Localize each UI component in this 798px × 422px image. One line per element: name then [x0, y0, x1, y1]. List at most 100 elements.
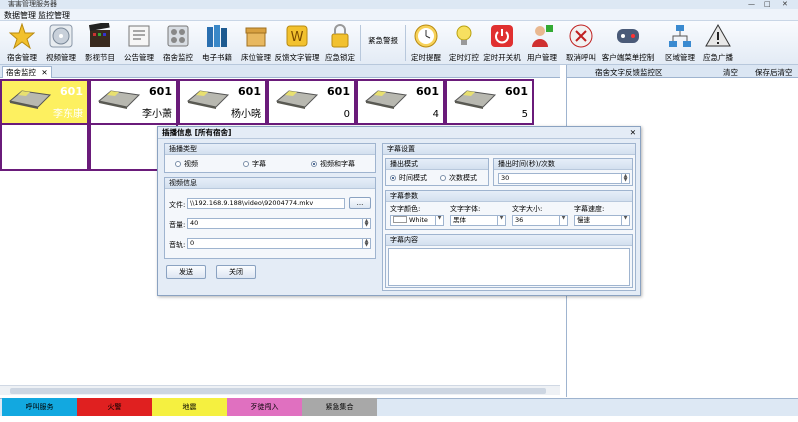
video-management-button[interactable]: 视频管理 [41, 23, 81, 63]
mode-group: 播出模式 时间模式 次数模式 [385, 158, 489, 186]
menu-data-management[interactable]: 数据管理 [4, 10, 36, 21]
close-button[interactable]: 关闭 [216, 265, 256, 279]
room-card[interactable]: 601 李小萧 [89, 79, 178, 125]
alarm-intruder[interactable]: 歹徒闯入 [227, 398, 302, 416]
color-swatch [393, 216, 407, 223]
film-icon [88, 23, 110, 47]
window-title: 害害管理服务器 [8, 0, 57, 8]
room-monitor-button[interactable]: 宿舍监控 [158, 23, 198, 63]
bed-icon [453, 90, 497, 109]
save-and-clear-button[interactable]: 保存后清空 [755, 67, 793, 78]
bed-icon [275, 90, 319, 109]
notice-management-button[interactable]: 公告管理 [119, 23, 159, 63]
subtitle-content-textarea[interactable] [388, 248, 630, 286]
minimize-icon[interactable]: — [748, 0, 755, 8]
cancel-call-button[interactable]: 取消呼叫 [561, 23, 601, 63]
broadcast-dialog: 插播信息 [所有宿舍] ✕ 插播类型 视频 字幕 视频和字幕 视频信息 文件: … [157, 126, 641, 296]
alarm-earthquake[interactable]: 地震 [152, 398, 227, 416]
room-card[interactable]: 601 李东康 [0, 79, 89, 125]
film-programs-button[interactable]: 影视节目 [80, 23, 120, 63]
type-video-radio[interactable]: 视频 [175, 159, 198, 169]
close-tab-icon[interactable]: ✕ [41, 68, 47, 77]
speed-select[interactable]: 慢速 ▼ [574, 215, 630, 226]
title-bar: 害害管理服务器 — □ ✕ [0, 0, 798, 9]
menu-monitor-management[interactable]: 监控管理 [38, 10, 70, 21]
chevron-down-icon[interactable]: ▼ [559, 216, 567, 225]
chevron-down-icon[interactable]: ▼ [435, 216, 443, 225]
lock-icon [331, 24, 349, 48]
room-management-button[interactable]: 宿舍管理 [2, 23, 42, 63]
alarm-assembly[interactable]: 紧急集合 [302, 398, 377, 416]
font-size-select[interactable]: 36 ▼ [512, 215, 568, 226]
timed-power-button[interactable]: 定时开关机 [482, 23, 522, 63]
ebooks-button[interactable]: 电子书籍 [197, 23, 237, 63]
bed-icon [186, 90, 230, 109]
dialog-close-icon[interactable]: ✕ [630, 127, 636, 139]
font-select[interactable]: 黑体 ▼ [450, 215, 506, 226]
room-card[interactable]: 601 0 [267, 79, 356, 125]
box-icon [245, 27, 267, 47]
alarm-fire[interactable]: 火警 [77, 398, 152, 416]
send-button[interactable]: 发送 [166, 265, 206, 279]
timed-light-button[interactable]: 定时灯控 [444, 23, 484, 63]
bed-icon [97, 90, 141, 109]
duration-input[interactable]: 30 ▲ ▼ [498, 173, 630, 184]
type-subtitle-radio[interactable]: 字幕 [243, 159, 266, 169]
alarm-call-service[interactable]: 呼叫服务 [2, 398, 77, 416]
maximize-icon[interactable]: □ [764, 0, 771, 8]
tab-room-monitor[interactable]: 宿舍监控 ✕ [2, 66, 52, 78]
client-menu-control-button[interactable]: 客户端菜单控制 [600, 23, 656, 63]
horizontal-scrollbar[interactable] [0, 385, 560, 395]
user-management-button[interactable]: 用户管理 [522, 23, 562, 63]
room-card[interactable]: 601 5 [445, 79, 534, 125]
spin-icon[interactable]: ▲ ▼ [621, 174, 629, 183]
emergency-lock-button[interactable]: 应急锁定 [320, 23, 360, 63]
close-icon[interactable]: ✕ [782, 0, 788, 8]
svg-text:W: W [291, 30, 304, 45]
user-icon [532, 25, 553, 47]
gamepad-icon [617, 29, 639, 43]
browse-button[interactable]: ... [349, 197, 371, 209]
feedback-text-button[interactable]: W 反馈文字管理 [274, 23, 320, 63]
notice-icon [128, 25, 150, 47]
books-icon [207, 25, 227, 47]
scrollbar-thumb[interactable] [10, 388, 546, 394]
bed-icon [8, 90, 52, 109]
panel-title: 宿舍文字反馈监控区 [595, 68, 663, 77]
volume-input[interactable]: 40 ▲ ▼ [187, 218, 371, 229]
clock-icon [414, 24, 438, 48]
file-path-input[interactable]: \\192.168.9.188\video\92004774.mkv [187, 198, 345, 209]
spin-icon[interactable]: ▲ ▼ [362, 219, 370, 228]
menu-bar: 数据管理 监控管理 [0, 9, 798, 21]
room-card[interactable]: 601 杨小晓 [178, 79, 267, 125]
type-video-subtitle-radio[interactable]: 视频和字幕 [311, 159, 355, 169]
monitor-icon [167, 25, 189, 47]
duration-group: 播出时间(秒)/次数 30 ▲ ▼ [493, 158, 633, 186]
tab-strip: 宿舍监控 ✕ [0, 65, 560, 78]
text-color-select[interactable]: White ▼ [390, 215, 444, 226]
cancel-call-icon [569, 24, 593, 48]
time-mode-radio[interactable]: 时间模式 [390, 173, 427, 183]
area-management-button[interactable]: 区域管理 [660, 23, 700, 63]
bed-management-button[interactable]: 床位管理 [236, 23, 276, 63]
star-icon [9, 23, 35, 49]
text-icon: W [286, 25, 308, 47]
chevron-down-icon[interactable]: ▼ [621, 216, 629, 225]
chevron-down-icon[interactable]: ▼ [497, 216, 505, 225]
room-card-empty[interactable] [0, 125, 89, 171]
disc-icon [49, 24, 73, 48]
emergency-broadcast-button[interactable]: 应急广播 [698, 23, 738, 63]
network-icon [669, 25, 691, 47]
power-icon [491, 25, 513, 47]
toolbar: 宿舍管理 视频管理 影视节目 公告管理 宿舍监控 电子书籍 床位管理 W 反馈文… [0, 21, 798, 65]
spin-icon[interactable]: ▲ ▼ [362, 239, 370, 248]
panel-header: 宿舍文字反馈监控区 清空 保存后清空 [567, 65, 798, 78]
room-card[interactable]: 601 4 [356, 79, 445, 125]
emergency-alarm-dropdown[interactable]: 紧急警报 [362, 35, 404, 49]
clear-button[interactable]: 清空 [723, 67, 738, 78]
timed-reminder-button[interactable]: 定时提醒 [406, 23, 446, 63]
count-mode-radio[interactable]: 次数模式 [440, 173, 477, 183]
track-input[interactable]: 0 ▲ ▼ [187, 238, 371, 249]
dialog-title: 插播信息 [所有宿舍] ✕ [158, 127, 640, 139]
video-info-group: 视频信息 文件: \\192.168.9.188\video\92004774.… [164, 177, 376, 259]
